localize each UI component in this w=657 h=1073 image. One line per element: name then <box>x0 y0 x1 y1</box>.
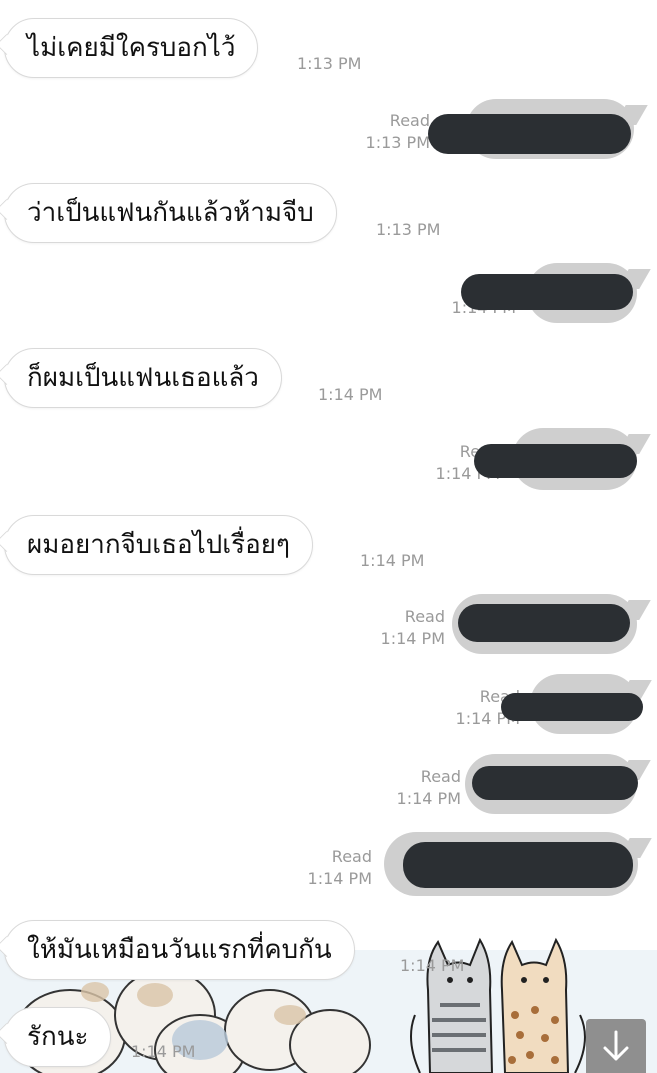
redacted-message-content <box>428 114 631 154</box>
message-timestamp: 1:14 PM <box>307 869 372 888</box>
scroll-to-bottom-button[interactable] <box>586 1019 646 1073</box>
message-read-status: Read 1:13 PM <box>330 110 430 154</box>
read-receipt: Read <box>420 767 461 786</box>
message-text: ก็ผมเป็นแฟนเธอแล้ว <box>27 363 259 393</box>
message-read-status: Read 1:14 PM <box>280 846 372 890</box>
incoming-message-bubble[interactable]: ผมอยากจีบเธอไปเรื่อยๆ <box>4 515 313 575</box>
redacted-message-content <box>474 444 637 478</box>
incoming-message-bubble[interactable]: รักนะ <box>4 1007 112 1067</box>
message-timestamp: 1:13 PM <box>376 220 441 239</box>
message-timestamp: 1:14 PM <box>396 789 461 808</box>
read-receipt: Read <box>404 607 445 626</box>
redacted-message-content <box>403 842 633 888</box>
message-read-status: Read 1:14 PM <box>355 606 445 650</box>
message-text: ไม่เคยมีใครบอกไว้ <box>27 33 236 63</box>
message-timestamp: 1:14 PM <box>318 385 383 404</box>
arrow-down-icon <box>603 1030 629 1061</box>
message-timestamp: 1:14 PM <box>360 551 425 570</box>
redacted-message-content <box>461 274 633 310</box>
redacted-message-content <box>501 693 643 721</box>
read-receipt: Read <box>331 847 372 866</box>
message-text: รักนะ <box>27 1022 89 1052</box>
message-text: ว่าเป็นแฟนกันแล้วห้ามจีบ <box>27 198 314 228</box>
message-timestamp: 1:14 PM <box>400 956 465 975</box>
read-receipt: Read <box>389 111 430 130</box>
redacted-message-content <box>472 766 638 800</box>
incoming-message-bubble[interactable]: ไม่เคยมีใครบอกไว้ <box>4 18 259 78</box>
message-timestamp: 1:13 PM <box>365 133 430 152</box>
message-text: ผมอยากจีบเธอไปเรื่อยๆ <box>27 530 290 560</box>
message-read-status: Read 1:14 PM <box>370 766 461 810</box>
incoming-message-bubble[interactable]: ว่าเป็นแฟนกันแล้วห้ามจีบ <box>4 183 337 243</box>
message-timestamp: 1:14 PM <box>131 1042 196 1061</box>
message-timestamp: 1:13 PM <box>297 54 362 73</box>
message-timestamp: 1:14 PM <box>380 629 445 648</box>
message-text: ให้มันเหมือนวันแรกที่คบกัน <box>27 935 332 965</box>
redacted-message-content <box>458 604 630 642</box>
incoming-message-bubble[interactable]: ก็ผมเป็นแฟนเธอแล้ว <box>4 348 282 408</box>
incoming-message-bubble[interactable]: ให้มันเหมือนวันแรกที่คบกัน <box>4 920 355 980</box>
